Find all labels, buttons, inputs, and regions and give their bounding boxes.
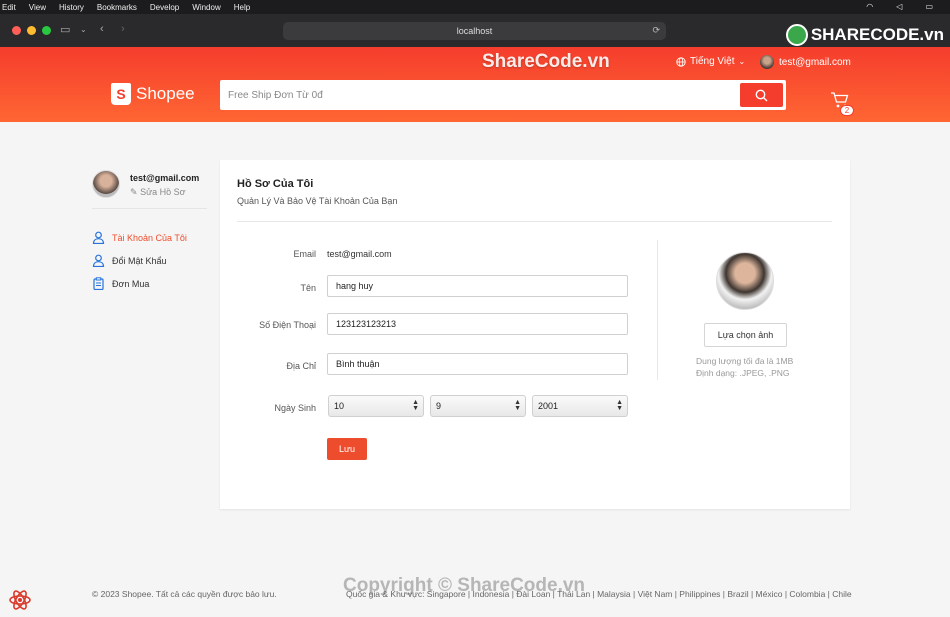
email-value: test@gmail.com (327, 249, 392, 259)
footer-countries: Quốc gia & Khu vực: Singapore | Indonesi… (346, 589, 852, 599)
watermark-logo: SHARECODE.vn (785, 24, 944, 46)
chevron-down-icon[interactable]: ⌄ (80, 25, 87, 34)
logo-text: Shopee (136, 84, 195, 103)
name-label: Tên (300, 283, 316, 293)
menu-window[interactable]: Window (192, 3, 220, 12)
select-arrows-icon: ▲ ▼ (616, 399, 623, 412)
size-hint: Dung lượng tối đa là 1MB (696, 356, 794, 366)
address-field[interactable] (327, 353, 628, 375)
globe-icon (676, 56, 686, 67)
wifi-icon[interactable]: ◠ (866, 2, 873, 11)
header-user-email: test@gmail.com (779, 56, 851, 68)
language-label: Tiếng Việt (690, 56, 735, 67)
reload-icon[interactable]: ⟳ (652, 25, 660, 36)
window-controls (12, 26, 51, 35)
watermark-top: ShareCode.vn (482, 51, 610, 72)
pencil-icon: ✎ (130, 187, 138, 197)
profile-card: Hồ Sơ Của Tôi Quản Lý Và Bảo Vệ Tài Khoả… (220, 160, 850, 509)
search-bar (220, 80, 786, 110)
dob-month-select[interactable]: 9 ▲ ▼ (430, 395, 526, 417)
page-title: Hồ Sơ Của Tôi (237, 178, 314, 190)
menu-history[interactable]: History (59, 3, 84, 12)
dob-year-select[interactable]: 2001 ▲ ▼ (532, 395, 628, 417)
sidebar-item-label: Đổi Mật Khẩu (112, 255, 167, 266)
sidebar-item-my-account[interactable]: Tài Khoản Của Tôi (92, 226, 187, 249)
menubar-status-icons: ◠ ◁ ▭ (866, 2, 946, 11)
keyboard-icon[interactable]: ▭ (925, 2, 933, 11)
menu-help[interactable]: Help (234, 3, 250, 12)
shopping-bag-icon: S (111, 83, 131, 105)
cart-count-badge: 2 (840, 105, 854, 116)
page-subtitle: Quản Lý Và Bảo Vệ Tài Khoản Của Bạn (237, 196, 398, 206)
search-icon (755, 89, 768, 101)
sidebar-menu: Tài Khoản Của Tôi Đổi Mật Khẩu Đơn Mua (92, 226, 187, 295)
sidebar-item-label: Tài Khoản Của Tôi (112, 232, 187, 243)
browser-toolbar: ▭ ⌄ ‹ › localhost ⟳ SHARECODE.vn (0, 14, 950, 47)
sidebar-toggle-icon[interactable]: ▭ (60, 23, 70, 36)
site-header: ShareCode.vn Tiếng Việt ⌄ test@gmail.com… (0, 47, 950, 122)
menu-develop[interactable]: Develop (150, 3, 179, 12)
email-label: Email (293, 249, 316, 259)
shopee-logo[interactable]: S Shopee (111, 83, 195, 105)
dob-label: Ngày Sinh (274, 403, 316, 413)
select-arrows-icon: ▲ ▼ (412, 399, 419, 412)
format-hint: Định dạng: .JPEG, .PNG (696, 368, 790, 378)
search-input[interactable] (228, 86, 728, 104)
language-selector[interactable]: Tiếng Việt ⌄ (676, 56, 745, 67)
clipboard-icon (93, 277, 104, 290)
dob-day-select[interactable]: 10 ▲ ▼ (328, 395, 424, 417)
watermark-logo-icon (785, 24, 808, 46)
react-devtools-icon[interactable] (8, 588, 32, 612)
sidebar-item-label: Đơn Mua (112, 278, 150, 289)
choose-image-button[interactable]: Lựa chọn ảnh (704, 323, 787, 347)
avatar (92, 170, 120, 198)
edit-profile-label: Sửa Hồ Sơ (140, 187, 186, 197)
minimize-window-icon[interactable] (27, 26, 36, 35)
menu-bookmarks[interactable]: Bookmarks (97, 3, 137, 12)
address-text: localhost (456, 26, 493, 36)
close-window-icon[interactable] (12, 26, 21, 35)
os-menubar: Edit View History Bookmarks Develop Wind… (0, 0, 950, 14)
phone-field[interactable] (327, 313, 628, 335)
avatar (760, 55, 774, 69)
search-button[interactable] (740, 83, 783, 107)
sidebar-item-orders[interactable]: Đơn Mua (92, 272, 187, 295)
cart-button[interactable]: 2 (830, 91, 854, 116)
chevron-down-icon: ⌄ (738, 57, 746, 66)
watermark-logo-text: SHARECODE.vn (810, 25, 944, 44)
address-bar[interactable]: localhost ⟳ (283, 22, 666, 40)
phone-label: Số Điện Thoại (259, 320, 316, 330)
divider (237, 221, 832, 222)
dob-day-value: 10 (334, 401, 345, 411)
sidebar-divider (92, 208, 207, 209)
menu-view[interactable]: View (29, 3, 46, 12)
dob-year-value: 2001 (538, 401, 559, 411)
sidebar-item-change-password[interactable]: Đổi Mật Khẩu (92, 249, 187, 272)
address-label: Địa Chỉ (286, 361, 316, 371)
forward-icon[interactable]: › (121, 23, 125, 35)
header-user[interactable]: test@gmail.com (760, 55, 851, 69)
vertical-divider (657, 240, 658, 380)
user-icon (92, 254, 105, 267)
name-field[interactable] (327, 275, 628, 297)
zoom-window-icon[interactable] (42, 26, 51, 35)
select-arrows-icon: ▲ ▼ (514, 399, 521, 412)
profile-avatar (716, 252, 774, 310)
mute-icon[interactable]: ◁ (896, 2, 902, 11)
menu-edit[interactable]: Edit (2, 3, 16, 12)
user-icon (92, 231, 105, 244)
sidebar-email: test@gmail.com (130, 173, 200, 183)
edit-profile-link[interactable]: ✎ Sửa Hồ Sơ (130, 187, 186, 198)
page-content: test@gmail.com ✎ Sửa Hồ Sơ Tài Khoản Của… (0, 122, 950, 617)
save-button[interactable]: Lưu (327, 438, 367, 460)
back-icon[interactable]: ‹ (100, 23, 104, 35)
footer-copyright: © 2023 Shopee. Tất cả các quyền được bảo… (92, 589, 277, 599)
dob-month-value: 9 (436, 401, 442, 411)
